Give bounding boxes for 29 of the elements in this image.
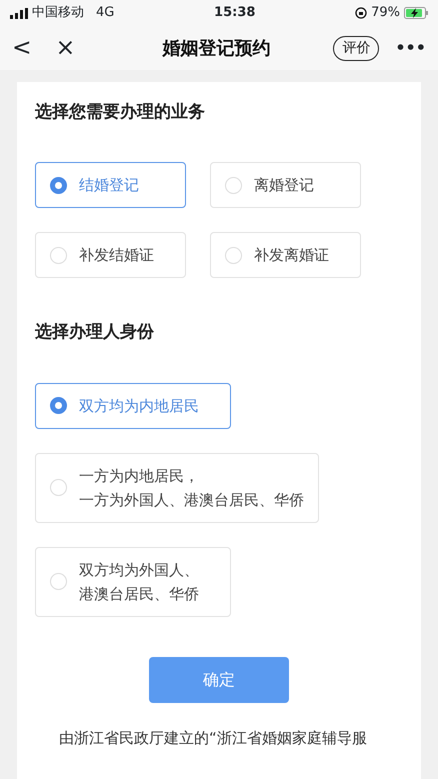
radio-option[interactable]: 离婚登记: [210, 162, 361, 208]
radio-icon: [50, 176, 67, 194]
radio-option[interactable]: 双方均为外国人、 港澳台居民、华侨: [35, 546, 231, 617]
radio-option[interactable]: 补发离婚证: [210, 232, 361, 278]
radio-option[interactable]: 一方为内地居民， 一方为外国人、港澳台居民、华侨: [35, 452, 319, 523]
radio-icon: [50, 397, 67, 414]
page-title: 婚姻登记预约: [162, 38, 270, 58]
section-title: 选择您需要办理的业务: [35, 102, 206, 122]
radio-icon: [50, 479, 67, 496]
back-button[interactable]: <: [12, 30, 32, 66]
radio-option[interactable]: 双方均为内地居民: [35, 382, 231, 429]
clock-time: 15:38: [214, 4, 256, 22]
battery-percent: 79%: [371, 4, 400, 22]
rate-button[interactable]: 评价: [333, 36, 380, 60]
radio-icon: [225, 246, 242, 264]
radio-icon: [225, 176, 242, 194]
close-button[interactable]: ×: [56, 30, 76, 66]
radio-option[interactable]: 补发结婚证: [35, 232, 186, 278]
carrier-name: 中国移动: [32, 4, 84, 22]
radio-icon: [50, 246, 67, 264]
battery-charging-icon: [404, 7, 428, 19]
footer-text: 由浙江省民政厅建立的“浙江省婚姻家庭辅导服: [58, 728, 368, 749]
rotation-lock-icon: [355, 7, 368, 19]
radio-icon: [50, 573, 67, 590]
radio-option[interactable]: 结婚登记: [35, 162, 186, 208]
signal-icon: [10, 8, 28, 18]
section-title: 选择办理人身份: [35, 322, 155, 343]
network-type: 4G: [96, 4, 114, 22]
more-button[interactable]: •••: [395, 36, 426, 60]
